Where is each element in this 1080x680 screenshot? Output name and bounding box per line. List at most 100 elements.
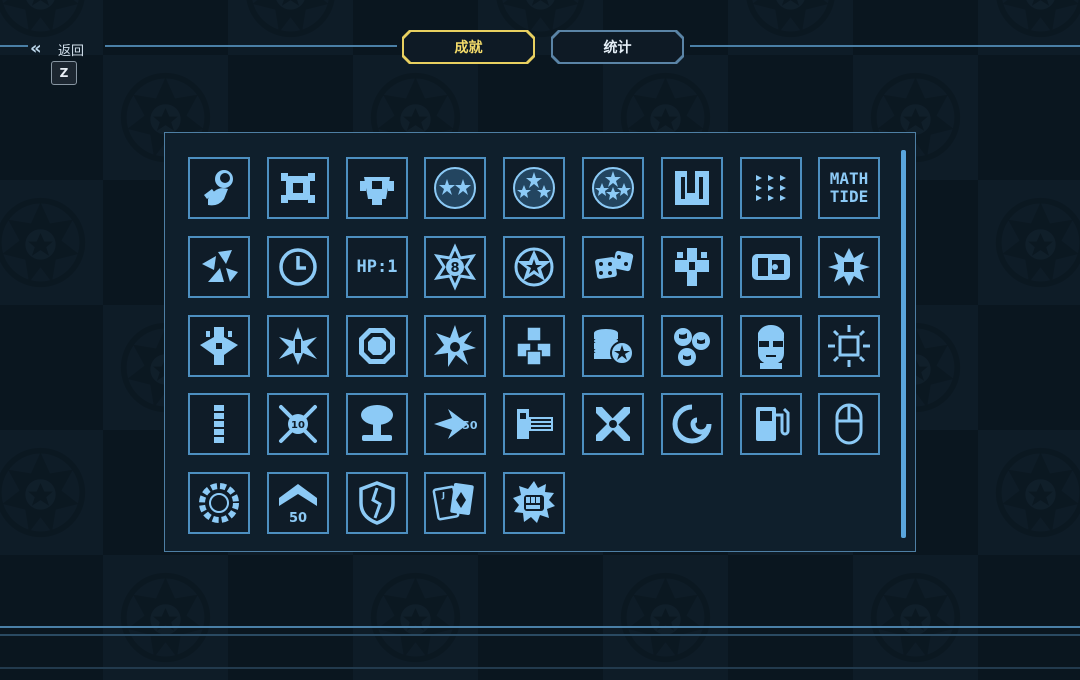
- achievement-sun-chip-icon[interactable]: [818, 315, 880, 377]
- achievement-swirl-icon[interactable]: [661, 393, 723, 455]
- bg-badge-icon: [618, 570, 713, 665]
- achievement-split-panel-icon[interactable]: [661, 157, 723, 219]
- achievement-cubes-icon[interactable]: [503, 315, 565, 377]
- achievement-mushroom-cloud-icon[interactable]: [346, 393, 408, 455]
- mouse-icon: [835, 403, 863, 445]
- achievement-text: MATH TIDE: [830, 170, 869, 205]
- fighter-ship-icon: [279, 327, 317, 365]
- spaceship-top-icon: [281, 173, 315, 203]
- arrows-grid-icon: [756, 175, 786, 201]
- bg-badge-icon: [0, 445, 88, 540]
- badge-text: 10: [291, 420, 305, 431]
- achievement-mouse-icon[interactable]: [818, 393, 880, 455]
- chevron-50-icon: 50: [279, 484, 317, 526]
- achievement-coins-star-icon[interactable]: [582, 315, 644, 377]
- tab-achievements[interactable]: 成就: [402, 30, 535, 64]
- globes-icon: [674, 328, 710, 366]
- achievement-shards-icon[interactable]: [188, 236, 250, 298]
- achievement-playing-cards-icon[interactable]: J: [424, 472, 486, 534]
- achievement-sheriff-badge-8-icon[interactable]: 8: [424, 236, 486, 298]
- achievement-globes-icon[interactable]: [661, 315, 723, 377]
- split-panel-icon: [675, 171, 709, 205]
- bg-badge-icon: [368, 570, 463, 665]
- achievement-x-blades-icon[interactable]: [582, 393, 644, 455]
- achievement-fuel-pump-icon[interactable]: [740, 393, 802, 455]
- octagon-ship-icon: [359, 328, 395, 364]
- achievement-spiky-ship-icon[interactable]: [818, 236, 880, 298]
- achievement-two-stars-icon[interactable]: [424, 157, 486, 219]
- achievement-speed-150-icon[interactable]: 150: [424, 393, 486, 455]
- header-line-left: [0, 45, 28, 47]
- achievement-text-line: TIDE: [829, 187, 869, 206]
- fuel-pump-icon: [756, 407, 790, 441]
- back-label[interactable]: 返回: [58, 40, 84, 59]
- back-key-hint: Z: [51, 61, 77, 85]
- bg-badge-icon: [993, 0, 1080, 40]
- bg-tile: [728, 555, 853, 680]
- achievement-broken-shield-icon[interactable]: [346, 472, 408, 534]
- achievement-sheriff-badge-star-icon[interactable]: [503, 236, 565, 298]
- bg-badge-icon: [0, 195, 88, 290]
- punch-icon: [513, 481, 555, 523]
- footer-line-2: [0, 634, 1080, 636]
- svg-text:J: J: [441, 491, 445, 500]
- explosion-icon: [434, 325, 476, 367]
- achievement-four-stars-icon[interactable]: [582, 157, 644, 219]
- achievement-truck-icon[interactable]: [740, 236, 802, 298]
- four-stars-icon: [592, 167, 634, 209]
- achievement-text-icon[interactable]: MATH TIDE: [818, 157, 880, 219]
- tab-statistics[interactable]: 统计: [551, 30, 684, 64]
- achievement-saw-ring-icon[interactable]: [188, 472, 250, 534]
- achievement-crossed-swords-10-icon[interactable]: 10: [267, 393, 329, 455]
- achievement-punch-icon[interactable]: [503, 472, 565, 534]
- back-chevron-icon[interactable]: «: [30, 38, 41, 59]
- stack-bar-icon: [214, 405, 224, 443]
- bg-badge-icon: [118, 570, 213, 665]
- achievement-sunglasses-guy-icon[interactable]: [740, 315, 802, 377]
- achievement-text: HP:1: [356, 256, 398, 277]
- achievement-text-icon[interactable]: HP:1: [346, 236, 408, 298]
- bg-tile: [0, 555, 103, 680]
- achievement-spaceship-side-icon[interactable]: [346, 157, 408, 219]
- bg-tile: [478, 555, 603, 680]
- truck-icon: [752, 254, 790, 280]
- bg-badge-icon: [993, 445, 1080, 540]
- bg-tile: [228, 555, 353, 680]
- mushroom-cloud-icon: [361, 405, 393, 441]
- achievement-arrows-grid-icon[interactable]: [740, 157, 802, 219]
- achievement-spaceship-top-icon[interactable]: [267, 157, 329, 219]
- achievement-minigun-icon[interactable]: [503, 393, 565, 455]
- coins-star-icon: [594, 329, 634, 365]
- achievement-text-line: HP:1: [356, 256, 398, 277]
- achievement-stack-bar-icon[interactable]: [188, 393, 250, 455]
- sunglasses-guy-icon: [758, 325, 784, 369]
- bg-badge-icon: [0, 0, 88, 40]
- bg-badge-icon: [243, 0, 338, 40]
- achievement-fighter-ship-icon[interactable]: [267, 315, 329, 377]
- achievement-battle-ship-icon[interactable]: [188, 315, 250, 377]
- achievement-explosion-icon[interactable]: [424, 315, 486, 377]
- sun-chip-icon: [828, 325, 870, 367]
- footer-line-1: [0, 626, 1080, 628]
- shards-icon: [202, 250, 238, 282]
- achievement-dice-icon[interactable]: [582, 236, 644, 298]
- speed-150-icon: 150: [434, 409, 478, 439]
- header-line-right: [690, 45, 1080, 47]
- achievement-astronaut-icon[interactable]: [188, 157, 250, 219]
- footer-line-3: [0, 667, 1080, 669]
- svg-text:50: 50: [289, 511, 307, 526]
- achievement-text-line: MATH: [829, 169, 869, 189]
- bg-badge-icon: [993, 195, 1080, 290]
- bg-tile: [978, 55, 1080, 180]
- achievement-mech-icon[interactable]: [661, 236, 723, 298]
- panel-scrollbar[interactable]: [901, 150, 906, 538]
- achievement-three-stars-icon[interactable]: [503, 157, 565, 219]
- spiky-ship-icon: [828, 248, 870, 286]
- clock-icon: [279, 248, 317, 286]
- achievement-octagon-ship-icon[interactable]: [346, 315, 408, 377]
- achievement-chevron-50-icon[interactable]: 50: [267, 472, 329, 534]
- cubes-icon: [516, 326, 552, 366]
- two-stars-icon: [434, 167, 476, 209]
- achievement-clock-icon[interactable]: [267, 236, 329, 298]
- playing-cards-icon: J: [432, 483, 474, 521]
